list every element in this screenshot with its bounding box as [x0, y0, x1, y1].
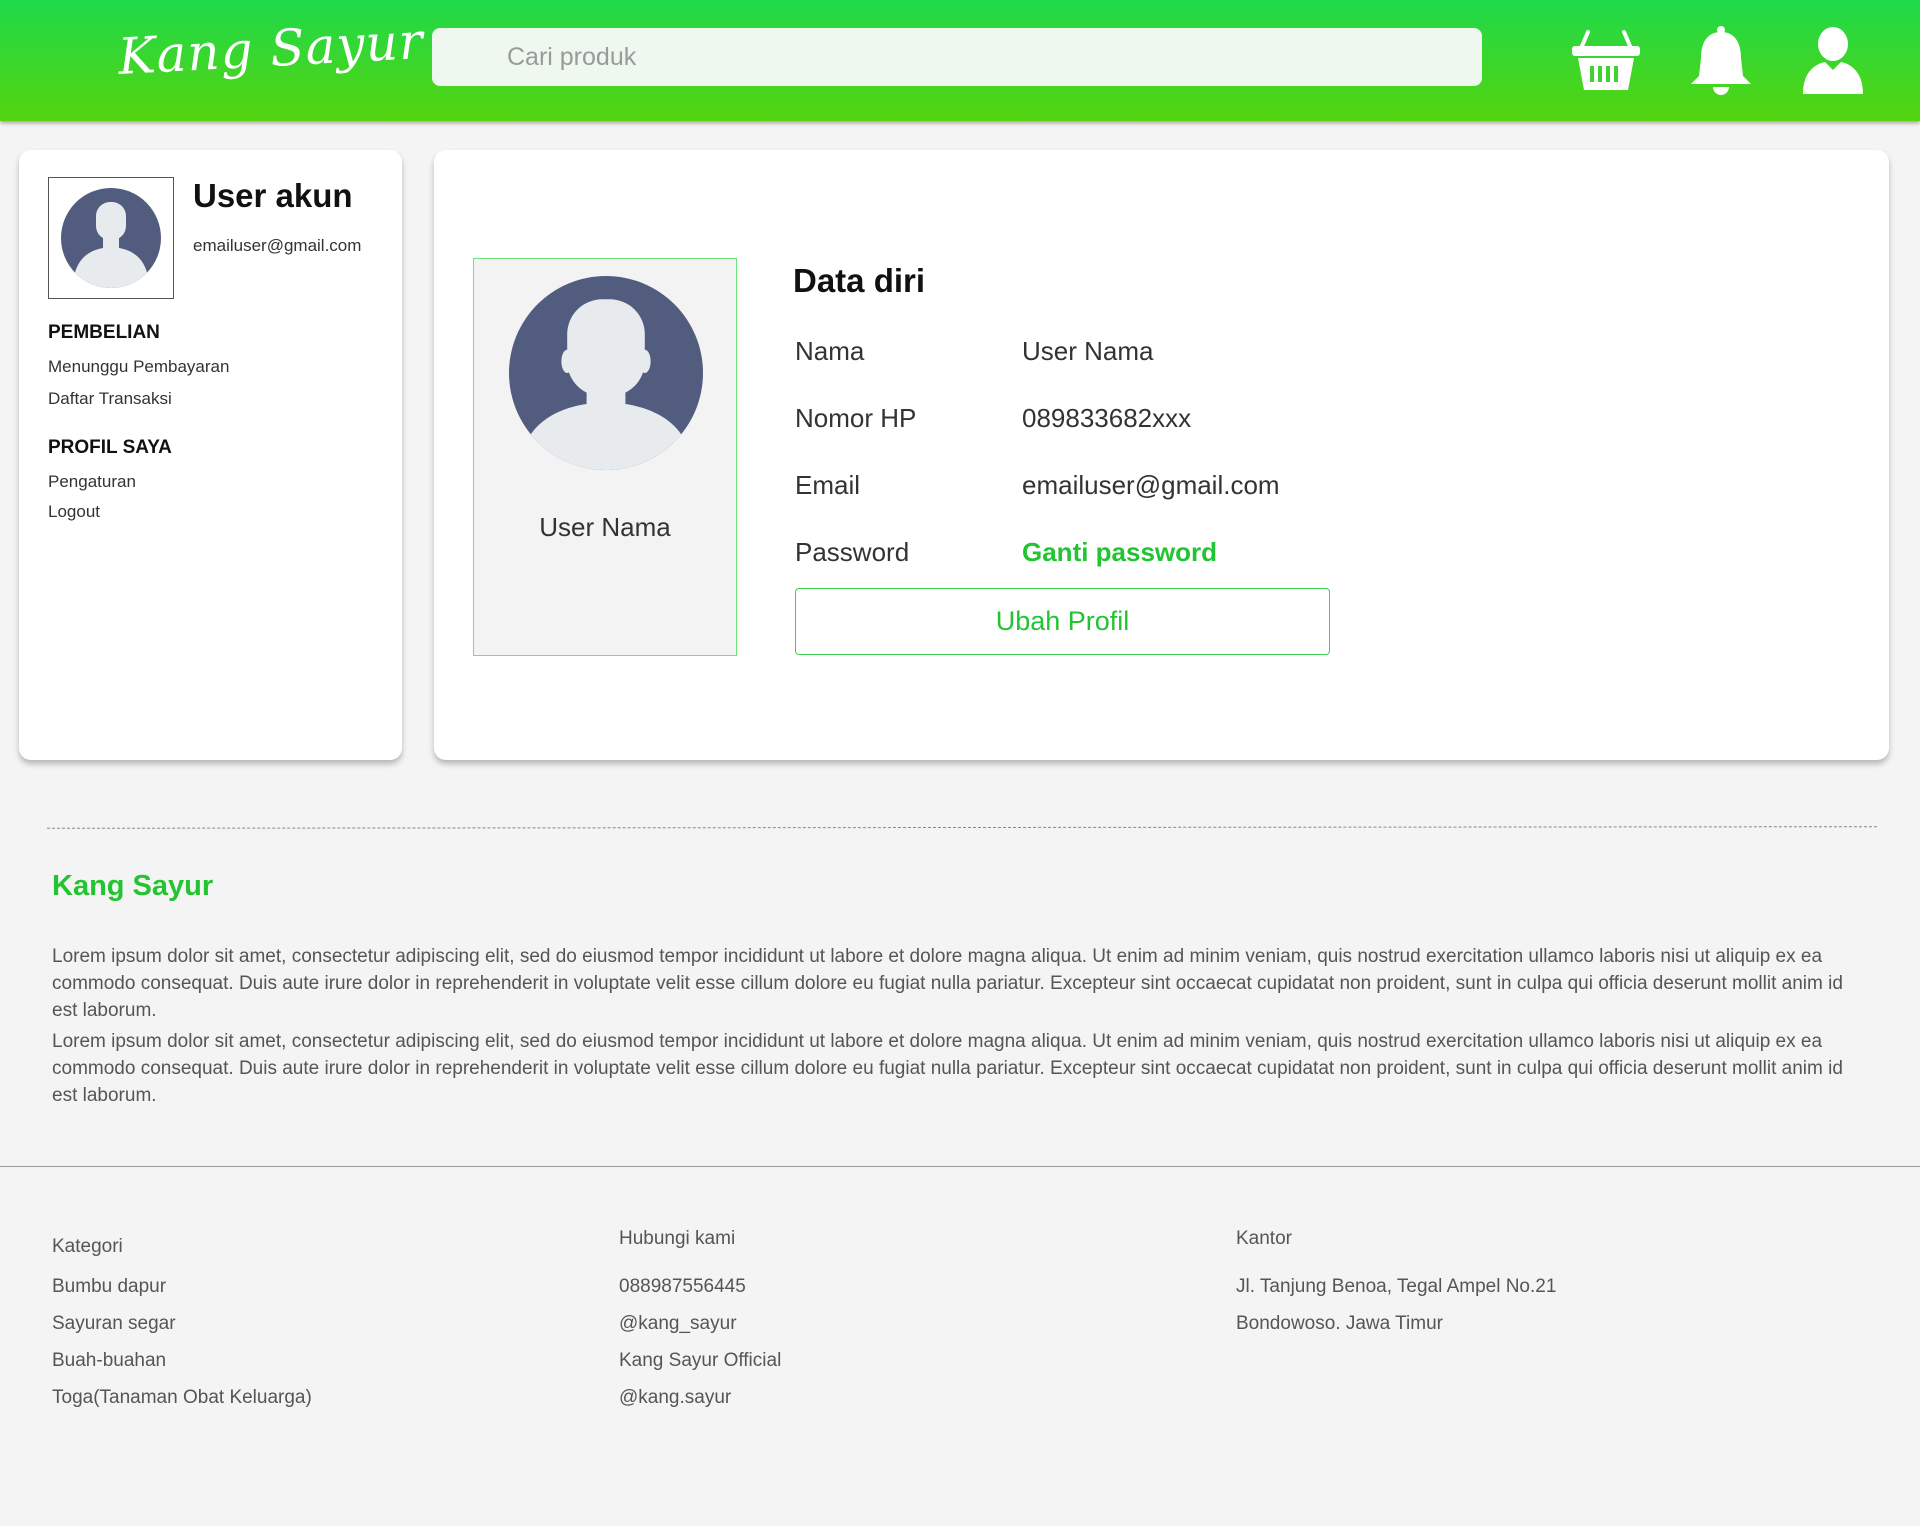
account-name: User akun — [193, 177, 353, 214]
account-sidebar: User akun emailuser@gmail.com PEMBELIAN … — [19, 150, 402, 760]
dashed-divider — [46, 826, 1878, 829]
footer-social[interactable]: @kang.sayur — [619, 1387, 731, 1409]
footer-phone[interactable]: 088987556445 — [619, 1276, 746, 1298]
ganti-password-link[interactable]: Ganti password — [1022, 537, 1217, 568]
profile-photo-name: User Nama — [539, 512, 671, 542]
email-label: Email — [795, 470, 861, 500]
nomor-hp-value: 089833682xxx — [1022, 403, 1192, 433]
avatar-icon — [61, 188, 161, 288]
footer-kantor-title: Kantor — [1236, 1228, 1292, 1249]
footer-address: Jl. Tanjung Benoa, Tegal Ampel No.21 — [1236, 1276, 1557, 1297]
basket-icon[interactable] — [1570, 24, 1642, 96]
footer-kategori-title: Kategori — [52, 1236, 123, 1257]
email-value: emailuser@gmail.com — [1022, 470, 1280, 500]
footer-link[interactable]: Bumbu dapur — [52, 1276, 166, 1298]
nomor-hp-label: Nomor HP — [795, 403, 917, 433]
ubah-profil-button[interactable]: Ubah Profil — [795, 588, 1330, 655]
password-label: Password — [795, 537, 910, 567]
about-paragraph: Lorem ipsum dolor sit amet, consectetur … — [52, 946, 1843, 1021]
logout-link[interactable]: Logout — [48, 502, 100, 522]
profile-avatar-icon — [509, 276, 703, 470]
user-icon[interactable] — [1797, 24, 1869, 96]
footer-link[interactable]: Buah-buahan — [52, 1350, 166, 1372]
footer-divider — [0, 1166, 1920, 1167]
bell-icon[interactable] — [1685, 24, 1757, 96]
brand-logo[interactable]: Kang Sayur — [117, 12, 425, 86]
section-profil-saya: PROFIL SAYA — [48, 437, 172, 458]
daftar-transaksi-link[interactable]: Daftar Transaksi — [48, 389, 172, 409]
avatar — [48, 177, 174, 299]
menunggu-pembayaran-link[interactable]: Menunggu Pembayaran — [48, 357, 229, 377]
footer-social[interactable]: Kang Sayur Official — [619, 1350, 781, 1372]
footer-address: Bondowoso. Jawa Timur — [1236, 1313, 1443, 1334]
header-bar: Kang Sayur — [0, 0, 1920, 121]
account-email: emailuser@gmail.com — [193, 236, 362, 255]
profile-photo-box: User Nama — [473, 258, 737, 656]
pengaturan-link[interactable]: Pengaturan — [48, 472, 136, 492]
profile-card: User Nama Data diri Nama User Nama Nomor… — [434, 150, 1889, 760]
about-title: Kang Sayur — [52, 870, 214, 902]
section-pembelian: PEMBELIAN — [48, 322, 160, 343]
search-input[interactable] — [432, 28, 1482, 86]
nama-label: Nama — [795, 336, 865, 366]
footer-link[interactable]: Toga(Tanaman Obat Keluarga) — [52, 1387, 312, 1409]
footer-hubungi-title: Hubungi kami — [619, 1228, 736, 1249]
footer-social[interactable]: @kang_sayur — [619, 1313, 737, 1335]
nama-value: User Nama — [1022, 336, 1154, 366]
footer-link[interactable]: Sayuran segar — [52, 1313, 176, 1335]
about-paragraph: Lorem ipsum dolor sit amet, consectetur … — [52, 1031, 1843, 1106]
data-diri-title: Data diri — [793, 262, 926, 299]
